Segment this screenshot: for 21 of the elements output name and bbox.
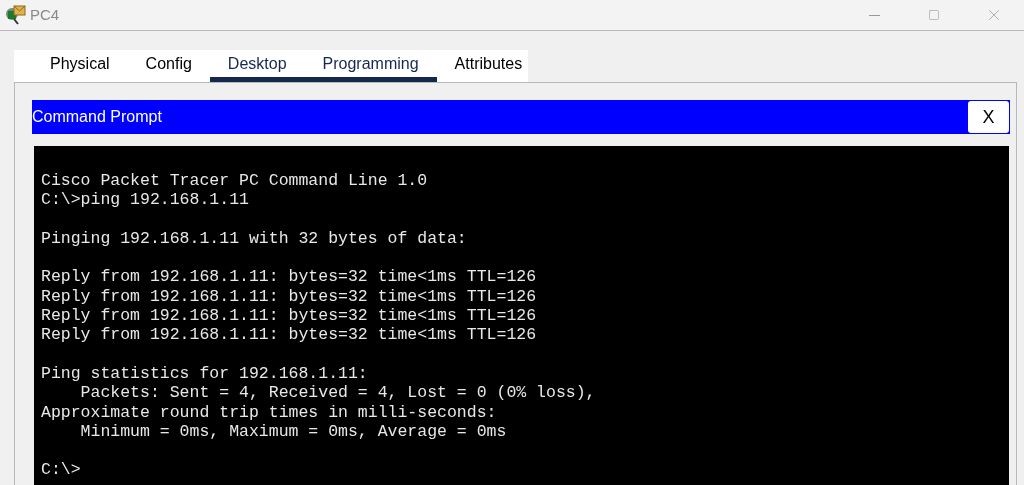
- terminal-line: Reply from 192.168.1.11: bytes=32 time<1ms TTL=126: [41, 267, 537, 287]
- tab[interactable]: Config: [127, 50, 210, 82]
- terminal-line: Reply from 192.168.1.11: bytes=32 time<1ms TTL=126: [41, 306, 537, 326]
- terminal-line: Reply from 192.168.1.11: bytes=32 time<1ms TTL=126: [41, 286, 537, 307]
- command-prompt-title: Command Prompt: [32, 107, 162, 127]
- terminal-line: Pinging 192.168.1.11 with 32 bytes of data:: [41, 228, 467, 249]
- maximize-icon: [928, 9, 940, 21]
- terminal-line: Packets: Sent = 4, Received = 4, Lost = 0 (0% loss),: [79, 383, 596, 403]
- terminal-line: Reply from 192.168.1.11: bytes=32 time<1ms TTL=126: [41, 325, 537, 345]
- minimize-icon: [868, 14, 880, 16]
- window-title: PC4: [30, 4, 60, 25]
- terminal-line: C:\>: [41, 460, 81, 480]
- terminal-line: Cisco Packet Tracer PC Command Line 1.0: [41, 171, 428, 191]
- close-button[interactable]: X: [968, 101, 1009, 133]
- terminal-line: C:\>ping 192.168.1.11: [41, 190, 249, 210]
- tab[interactable]: Physical: [32, 50, 128, 82]
- tab[interactable]: Attributes: [436, 50, 541, 82]
- terminal-line: Approximate round trip times in milli-seconds:: [41, 402, 497, 422]
- terminal-line: Ping statistics for 192.168.1.11:: [41, 363, 368, 384]
- terminal-line: Minimum = 0ms, Maximum = 0ms, Average = 0ms: [79, 421, 507, 442]
- app-icon: [5, 4, 27, 26]
